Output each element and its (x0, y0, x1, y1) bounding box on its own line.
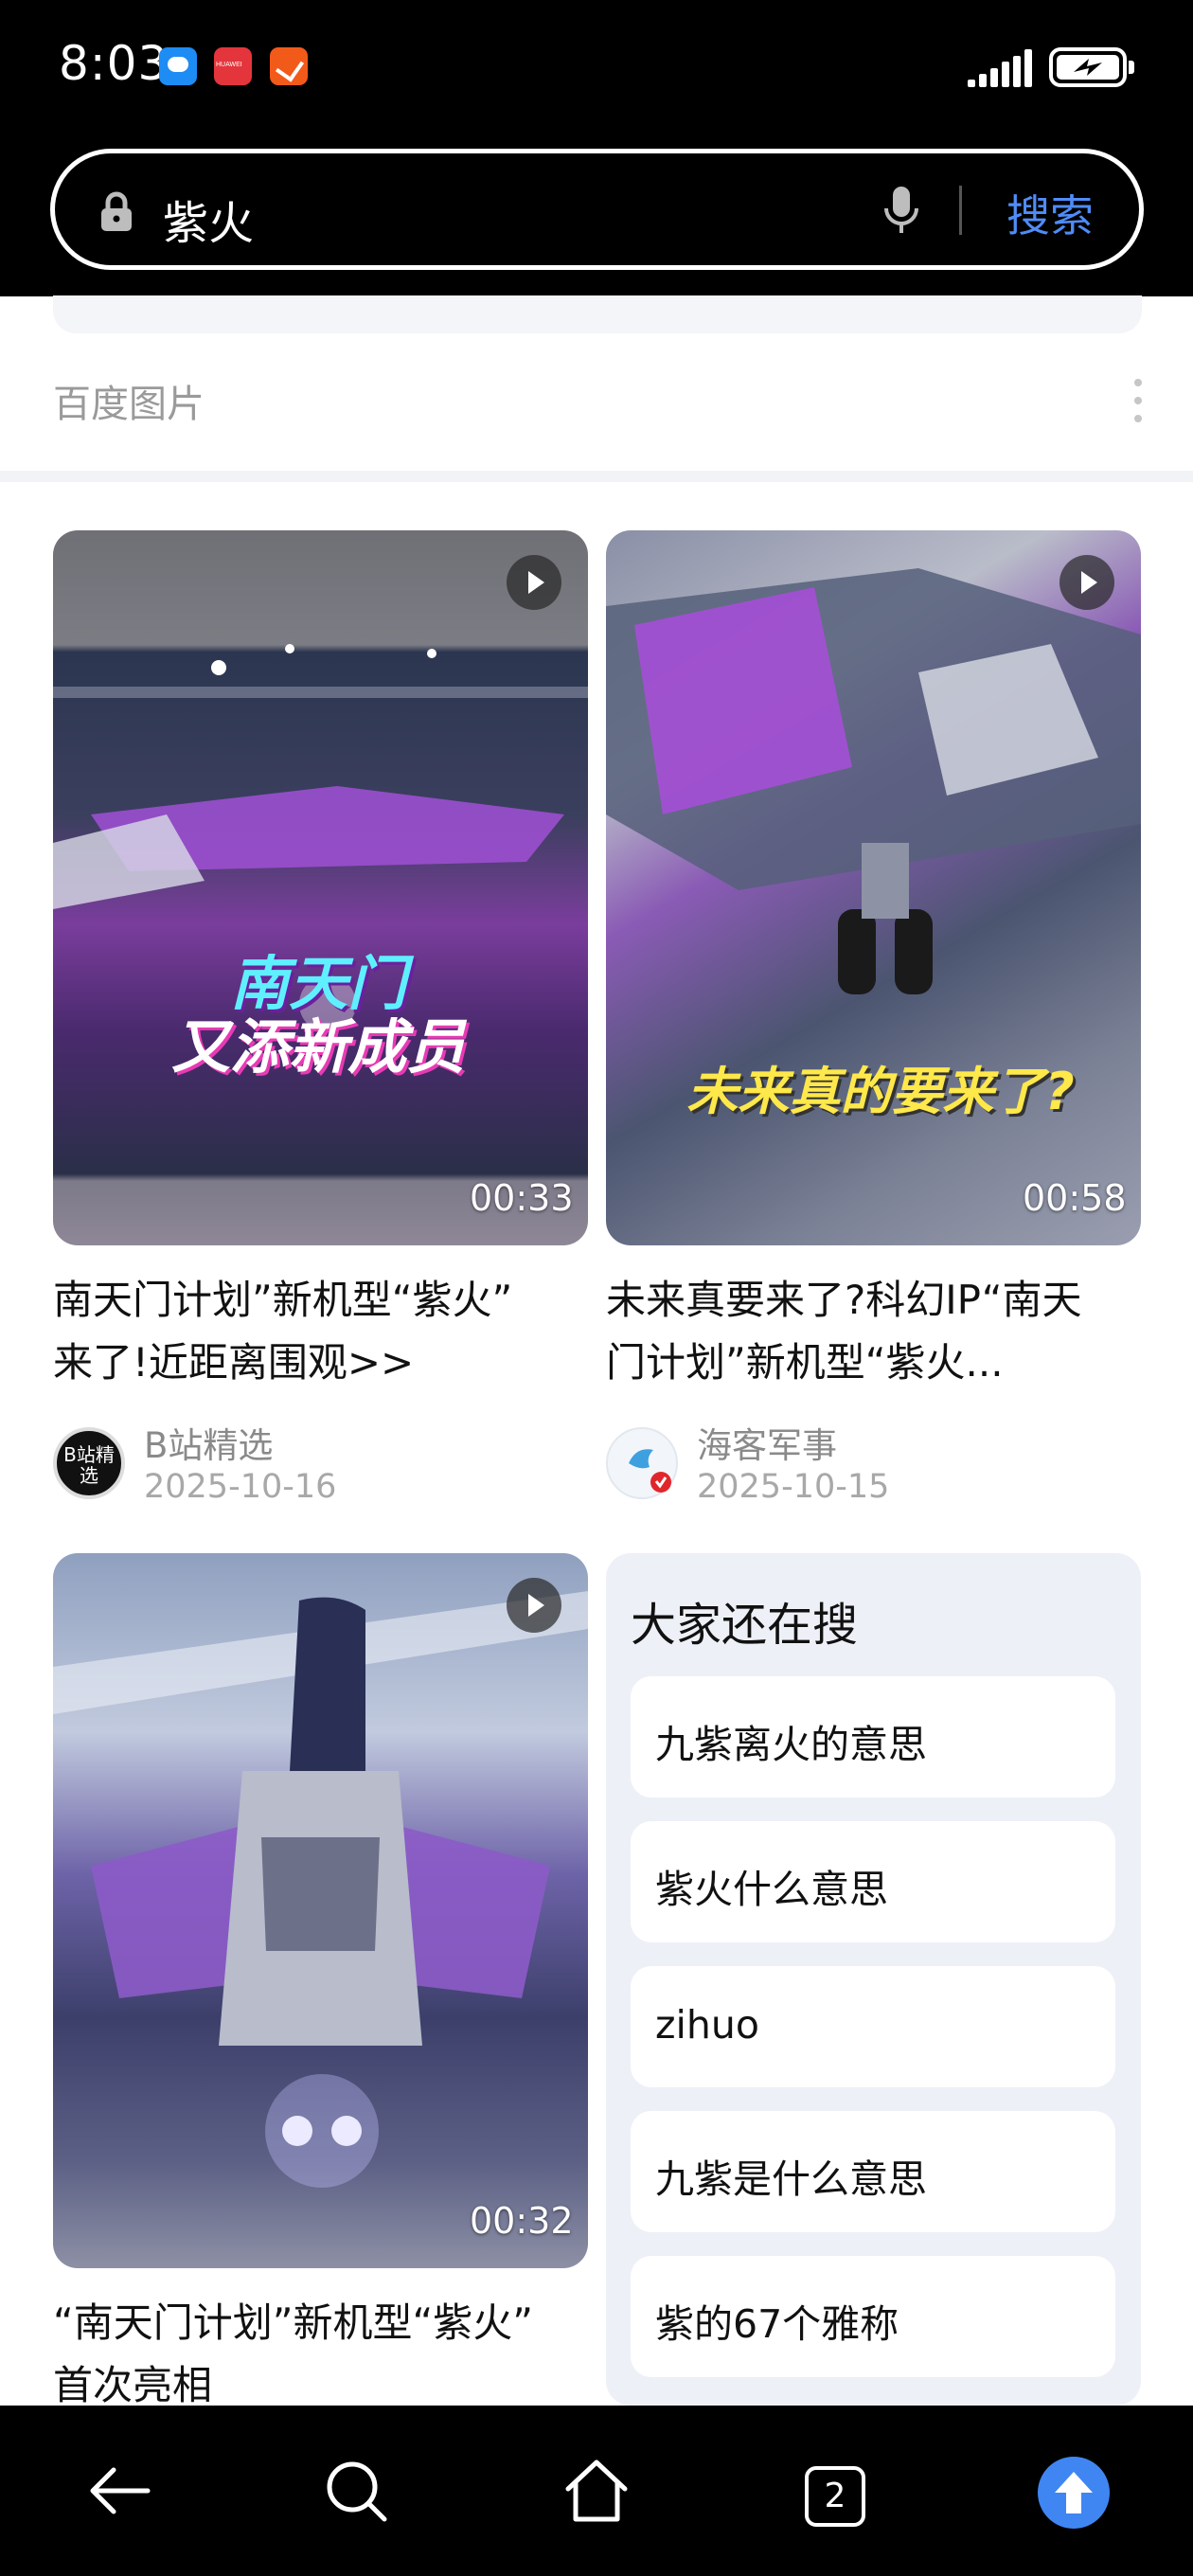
avatar-label: B站精选 (63, 1443, 115, 1487)
previous-card-edge (53, 295, 1142, 333)
source-label[interactable]: 百度图片 (53, 373, 205, 428)
jet-image (53, 1591, 588, 2188)
publish-date: 2025-10-15 (697, 1468, 890, 1506)
up-arrow-icon (1055, 2472, 1093, 2513)
video-title[interactable]: 南天门计划”新机型“紫火” 来了!近距离围观>> (53, 1269, 593, 1394)
battery-charging-icon (1049, 47, 1134, 87)
video-thumbnail[interactable]: 南天门 又添新成员 00:33 (53, 530, 588, 1245)
microphone-icon[interactable] (881, 184, 922, 237)
related-search-item[interactable]: 紫火什么意思 (631, 1821, 1115, 1942)
play-icon (1059, 555, 1114, 610)
related-searches-title: 大家还在搜 (631, 1599, 859, 1652)
search-button[interactable]: 搜索 (1006, 182, 1094, 244)
tabs-button[interactable]: 2 (805, 2466, 865, 2527)
huawei-app-icon (214, 47, 252, 85)
back-arrow-icon[interactable] (81, 2453, 157, 2529)
avatar[interactable] (606, 1427, 678, 1499)
more-options-icon[interactable] (1132, 379, 1144, 422)
divider (959, 186, 962, 235)
play-icon (507, 1578, 561, 1633)
overlay-title-line2: 又添新成员 (170, 1012, 465, 1082)
status-time: 8:03 (59, 36, 169, 91)
bottom-navigation-bar: 2 (0, 2406, 1193, 2576)
scroll-to-top-button[interactable] (1038, 2457, 1110, 2529)
video-title-line: 门计划”新机型“紫火... (606, 1339, 1004, 1386)
search-box[interactable]: 紫火 搜索 (50, 149, 1144, 270)
section-separator (0, 471, 1193, 482)
home-icon[interactable] (559, 2453, 634, 2529)
video-duration: 00:32 (470, 2200, 574, 2242)
overlay-title-line1: 未来真的要来了? (686, 1062, 1075, 1121)
jet-image (606, 568, 1141, 994)
jet-image (53, 644, 588, 1032)
publish-date: 2025-10-16 (144, 1468, 337, 1506)
video-title-line: 来了!近距离围观>> (53, 1339, 415, 1386)
video-thumbnail[interactable]: 00:32 (53, 1553, 588, 2268)
related-search-label: 九紫离火的意思 (655, 1722, 927, 1767)
video-duration: 00:33 (470, 1177, 574, 1219)
search-input[interactable]: 紫火 (163, 186, 254, 252)
related-search-label: 九紫是什么意思 (655, 2156, 927, 2202)
author-name[interactable]: 海客军事 (697, 1417, 837, 1468)
related-searches-panel: 大家还在搜 九紫离火的意思 紫火什么意思 zihuo 九紫是什么意思 紫的67个… (606, 1553, 1141, 2406)
related-search-label: 紫的67个雅称 (655, 2301, 899, 2347)
video-title[interactable]: “南天门计划”新机型“紫火” 首次亮相 (53, 2292, 593, 2417)
video-title-line: 南天门计划”新机型“紫火” (53, 1277, 513, 1323)
search-icon[interactable] (318, 2453, 394, 2529)
related-search-item[interactable]: 九紫离火的意思 (631, 1676, 1115, 1798)
video-title-line: “南天门计划”新机型“紫火” (53, 2299, 534, 2346)
avatar[interactable]: B站精选 (53, 1427, 125, 1499)
related-search-item[interactable]: zihuo (631, 1966, 1115, 2087)
lock-icon (101, 191, 132, 231)
related-search-item[interactable]: 九紫是什么意思 (631, 2111, 1115, 2232)
status-bar: 8:03 (0, 0, 1193, 137)
video-title[interactable]: 未来真要来了?科幻IP“南天 门计划”新机型“紫火... (606, 1269, 1146, 1394)
author-name[interactable]: B站精选 (144, 1417, 273, 1468)
message-app-icon (159, 47, 197, 85)
related-search-item[interactable]: 紫的67个雅称 (631, 2256, 1115, 2377)
orange-app-icon (270, 47, 308, 85)
search-header: 紫火 搜索 (0, 137, 1193, 296)
related-search-label: zihuo (655, 2002, 759, 2048)
related-search-label: 紫火什么意思 (655, 1867, 888, 1912)
signal-strength-icon (968, 49, 1034, 87)
video-title-line: 未来真要来了?科幻IP“南天 (606, 1277, 1082, 1323)
video-thumbnail[interactable]: 未来真的要来了? 00:58 (606, 530, 1141, 1245)
video-duration: 00:58 (1023, 1177, 1127, 1219)
bird-logo-icon (629, 1449, 671, 1493)
play-icon (507, 555, 561, 610)
